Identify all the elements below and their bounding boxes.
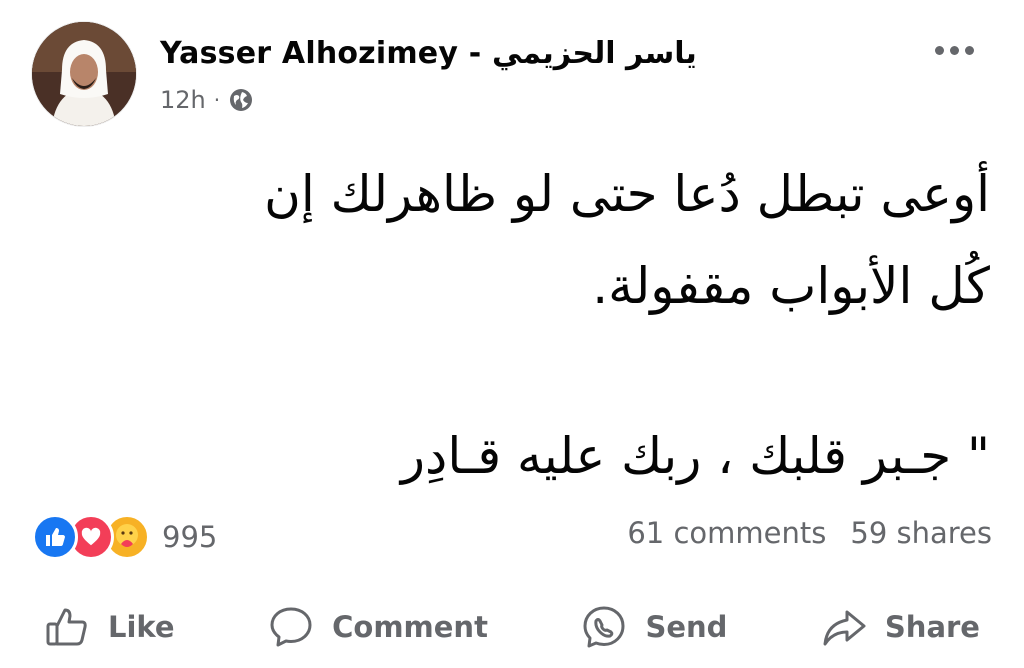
author-name[interactable]: Yasser Alhozimey - ياسر الحزيمي	[160, 36, 697, 71]
reactions-summary[interactable]: 995	[32, 514, 217, 560]
engagement-counts: 61 comments 59 shares	[627, 516, 992, 550]
reaction-count: 995	[162, 520, 218, 554]
send-button[interactable]: Send	[569, 604, 739, 650]
post-text-line: أوعى تبطل دُعا حتى لو ظاهرلك إن	[264, 165, 990, 223]
post-text-line: " جـبر قلبك ، ربك عليه قـادِر	[400, 427, 990, 485]
comments-count[interactable]: 61 comments	[627, 516, 826, 550]
avatar[interactable]	[32, 22, 136, 126]
like-label: Like	[108, 610, 175, 644]
dot	[964, 45, 974, 55]
post-meta: 12h ·	[160, 86, 254, 114]
like-icon	[32, 514, 78, 560]
post-header: Yasser Alhozimey - ياسر الحزيمي 12h ·	[32, 22, 992, 132]
like-button[interactable]: Like	[32, 604, 187, 650]
shares-count[interactable]: 59 shares	[850, 516, 992, 550]
send-label: Send	[645, 610, 728, 644]
post-stats: 995 61 comments 59 shares	[32, 510, 992, 560]
more-options-button[interactable]	[924, 34, 984, 66]
messenger-icon	[583, 606, 625, 648]
meta-separator: ·	[213, 88, 221, 112]
comment-label: Comment	[332, 610, 488, 644]
share-arrow-icon	[823, 610, 866, 646]
speech-bubble-icon	[270, 607, 312, 647]
globe-icon[interactable]	[228, 87, 254, 113]
dot	[949, 45, 959, 55]
share-button[interactable]: Share	[809, 604, 992, 650]
action-bar: Like Comment Send Share	[32, 592, 992, 662]
comment-button[interactable]: Comment	[256, 604, 500, 650]
post-text-line: كُل الأبواب مقفولة.	[592, 257, 990, 315]
dot	[934, 45, 944, 55]
post-time[interactable]: 12h	[160, 86, 206, 114]
share-label: Share	[884, 610, 980, 644]
thumbs-up-icon	[46, 608, 87, 646]
